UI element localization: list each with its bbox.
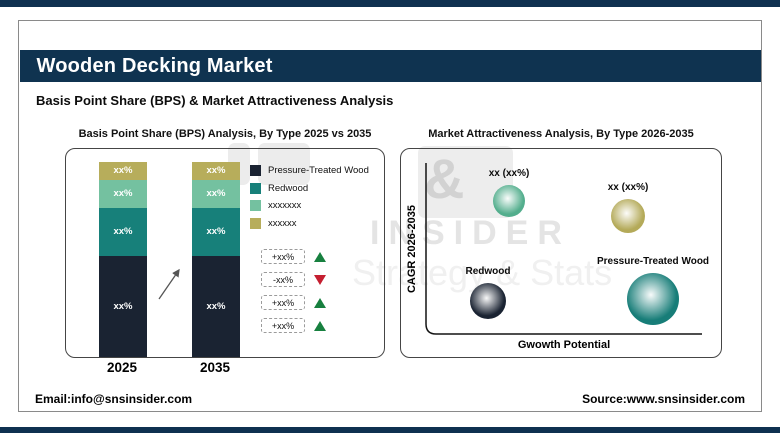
bubble-label: xx (xx%) [488,168,530,179]
bps-change-list: +xx% -xx% +xx% +xx% [261,249,326,341]
legend-swatch [250,182,261,194]
footer-email: Email:info@snsinsider.com [35,392,193,406]
legend-item: xxxxxxx [250,197,369,215]
report-title: Wooden Decking Market [36,54,273,77]
change-box: -xx% [261,272,305,287]
report-title-bar: Wooden Decking Market [19,50,761,82]
legend-swatch [250,217,261,229]
legend-swatch [250,200,261,212]
report-subtitle: Basis Point Share (BPS) & Market Attract… [36,93,394,108]
bubble-label: Redwood [465,266,511,277]
bar-segment-seafoam: xx% [192,179,240,208]
bar-segment-label: xx% [113,226,133,238]
bubble-label: xx (xx%) [607,182,649,193]
legend-label: xxxxxxx [268,200,302,212]
bar-segment-khaki: xx% [192,162,240,180]
bar-segment-redwood: xx% [99,207,147,256]
up-triangle-icon [314,297,326,308]
bar-segment-pressure-treated: xx% [192,255,240,357]
legend-swatch [250,165,261,177]
change-box: +xx% [261,295,305,310]
bubble-circle [470,283,506,319]
bar-segment-label: xx% [113,165,133,177]
legend-item: Pressure-Treated Wood [250,162,369,180]
change-box: +xx% [261,318,305,333]
bar-segment-khaki: xx% [99,162,147,180]
change-row: +xx% [261,318,326,333]
down-triangle-icon [314,274,326,285]
axis-lines [425,163,702,335]
bubble-circle [493,185,525,217]
up-triangle-icon [314,251,326,262]
bar-segment-label: xx% [206,226,226,238]
bps-bar-2025: xx% xx% xx% xx% [99,162,147,357]
bar-segment-label: xx% [206,188,226,200]
top-accent-bar [0,0,780,7]
footer-source: Source:www.snsinsider.com [582,392,745,406]
change-box: +xx% [261,249,305,264]
growth-axis-label: Gwowth Potential [517,339,611,351]
change-row: +xx% [261,295,326,310]
cagr-axis-label: CAGR 2026-2035 [406,204,418,294]
legend-label: xxxxxx [268,217,297,229]
bar-segment-label: xx% [113,188,133,200]
bar-segment-label: xx% [206,300,226,312]
bottom-accent-bar [0,427,780,433]
bps-bar-2035: xx% xx% xx% xx% [192,162,240,357]
bar-segment-pressure-treated: xx% [99,255,147,357]
attractiveness-panel: CAGR 2026-2035 Gwowth Potential xx (xx%)… [400,148,722,358]
change-row: -xx% [261,272,326,287]
bps-chart-title: Basis Point Share (BPS) Analysis, By Typ… [78,128,372,140]
up-triangle-icon [314,320,326,331]
change-row: +xx% [261,249,326,264]
infographic: & INSIDER Strategy & Stats Wooden Deckin… [0,0,780,433]
bar-segment-label: xx% [206,165,226,177]
legend-label: Pressure-Treated Wood [268,165,369,177]
bubble-label: Pressure-Treated Wood [596,256,710,267]
legend-label: Redwood [268,182,309,194]
bubble-circle [627,273,679,325]
legend-item: xxxxxx [250,215,369,233]
bps-legend: Pressure-Treated Wood Redwood xxxxxxx xx… [250,162,369,232]
bubble-circle [611,199,645,233]
legend-item: Redwood [250,180,369,198]
trend-arrow-icon [158,268,180,300]
bar-segment-redwood: xx% [192,207,240,256]
axis-year-label-2025: 2025 [106,360,138,375]
bar-segment-label: xx% [113,300,133,312]
bps-panel: xx% xx% xx% xx% xx% xx% xx% xx% Pressure… [65,148,385,358]
bar-segment-seafoam: xx% [99,179,147,208]
axis-year-label-2035: 2035 [199,360,231,375]
attractiveness-chart-title: Market Attractiveness Analysis, By Type … [428,128,694,140]
